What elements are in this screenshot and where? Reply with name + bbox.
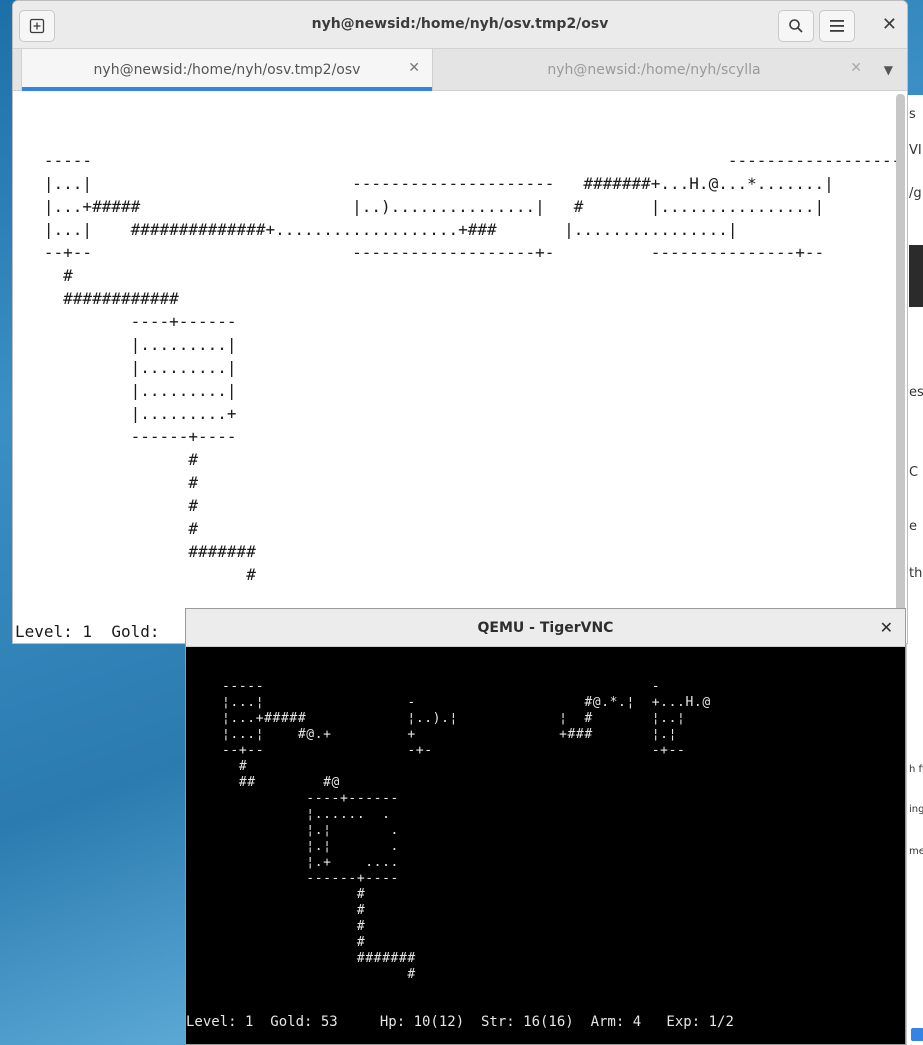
vnc-status-line: Level: 1 Gold: 53 Hp: 10(12) Str: 16(16)…	[186, 1014, 734, 1030]
vnc-rogue-map[interactable]: ----- - ¦...¦ - #@.*.¦ +...H.@ ¦...+####…	[222, 679, 711, 983]
terminal-window: nyh@newsid:/home/nyh/osv.tmp2/osv ✕ nyh@…	[12, 0, 908, 644]
search-icon	[789, 19, 803, 33]
screen-line: #	[15, 450, 199, 469]
screen-line: ----+------	[222, 791, 399, 806]
search-button[interactable]	[778, 10, 814, 42]
tab-bar: nyh@newsid:/home/nyh/osv.tmp2/osv ✕ nyh@…	[13, 49, 907, 91]
bg-text-fragment: VI	[909, 143, 922, 158]
screen-line: ----- -	[222, 679, 661, 694]
screen-line: #	[222, 759, 248, 774]
screen-line: ------+----	[222, 871, 399, 886]
close-icon: ✕	[881, 14, 897, 35]
bg-text-fragment: the	[909, 566, 923, 581]
vnc-header-bar: QEMU - TigerVNC ✕	[186, 609, 905, 647]
screen-line: #	[15, 565, 256, 584]
screen-line: ¦.+ ....	[222, 855, 399, 870]
scrollbar[interactable]	[896, 94, 905, 614]
screen-line: |...| --------------------- #######+...H…	[15, 174, 834, 193]
screen-line: --+-- -------------------+- ------------…	[15, 243, 825, 262]
tab-label: nyh@newsid:/home/nyh/osv.tmp2/osv	[93, 62, 361, 78]
terminal-header-bar: nyh@newsid:/home/nyh/osv.tmp2/osv ✕	[13, 1, 907, 49]
screen-line: #	[222, 935, 366, 950]
bg-text-fragment: C d	[909, 465, 923, 480]
bg-text-fragment: e	[909, 519, 917, 534]
terminal-content[interactable]: ----- ------------------ |...| ---------…	[13, 92, 901, 643]
tab-scylla[interactable]: nyh@newsid:/home/nyh/scylla ✕	[434, 49, 874, 91]
screen-line: #	[222, 903, 366, 918]
screen-line: |.........|	[15, 335, 237, 354]
screen-line: ------+----	[15, 427, 237, 446]
screen-line: ¦...¦ #@.+ + +### ¦.¦	[222, 727, 678, 742]
screen-line: |.........|	[15, 381, 237, 400]
vnc-window: QEMU - TigerVNC ✕ ----- - ¦...¦ - #@.*.¦…	[185, 608, 906, 1045]
bg-text-fragment: es	[909, 385, 923, 400]
close-tab-icon[interactable]: ✕	[850, 60, 862, 76]
bg-text-fragment: men	[909, 846, 923, 857]
screen-line: #	[222, 887, 366, 902]
screen-line: #######	[15, 542, 256, 561]
hamburger-menu-icon	[830, 20, 844, 32]
tab-osv[interactable]: nyh@newsid:/home/nyh/osv.tmp2/osv ✕	[21, 49, 433, 91]
background-window: s VI /g es C d e the h fi ing men	[906, 95, 923, 1045]
screen-line: ----+------	[15, 312, 237, 331]
bg-dark-block	[909, 245, 923, 307]
screen-line	[15, 128, 843, 147]
bg-text-fragment: h fi	[909, 764, 923, 775]
screen-line: |.........+	[15, 404, 237, 423]
checkbox-icon[interactable]	[911, 1028, 923, 1041]
bg-text-fragment: s	[909, 107, 916, 122]
tabs-dropdown-button[interactable]: ▼	[884, 63, 893, 77]
screen-line: ¦.¦ .	[222, 823, 399, 838]
screen-line: --+-- -+- -+--	[222, 743, 686, 758]
screen-line: ----- ------------------	[15, 151, 902, 170]
bg-text-fragment: ing	[909, 804, 923, 815]
screen-line: |.........|	[15, 358, 237, 377]
vnc-window-title: QEMU - TigerVNC	[477, 620, 614, 636]
screen-line: #	[222, 967, 416, 982]
screen-line: ¦...... .	[222, 807, 391, 822]
rogue-map: ----- ------------------ |...| ---------…	[15, 126, 901, 586]
screen-line: |...+##### |..)...............| # |.....…	[15, 197, 825, 216]
chevron-down-icon: ▼	[883, 63, 893, 77]
screen-line: #	[15, 473, 199, 492]
window-title: nyh@newsid:/home/nyh/osv.tmp2/osv	[311, 16, 609, 32]
screen-line: ## #@	[222, 775, 340, 790]
screen-line: ############	[15, 289, 179, 308]
screen-line: ¦...¦ - #@.*.¦ +...H.@	[222, 695, 711, 710]
menu-button[interactable]	[819, 10, 855, 42]
close-window-button[interactable]: ✕	[882, 14, 897, 35]
status-line: Level: 1 Gold:	[15, 622, 170, 641]
close-icon: ✕	[879, 618, 893, 637]
screen-line: ¦.¦ .	[222, 839, 399, 854]
screen-line: #	[15, 496, 199, 515]
close-tab-icon[interactable]: ✕	[408, 60, 420, 76]
screen-line: #######	[222, 951, 416, 966]
screen-line: #	[15, 519, 199, 538]
screen-line: ¦...+##### ¦..).¦ ¦ # ¦..¦	[222, 711, 686, 726]
screen-line: #	[222, 919, 366, 934]
screen-line: |...| ##############+...................…	[15, 220, 738, 239]
bg-text-fragment: /g	[909, 186, 922, 201]
tab-label: nyh@newsid:/home/nyh/scylla	[547, 62, 761, 78]
close-vnc-button[interactable]: ✕	[880, 618, 893, 637]
screen-line: #	[15, 266, 73, 285]
